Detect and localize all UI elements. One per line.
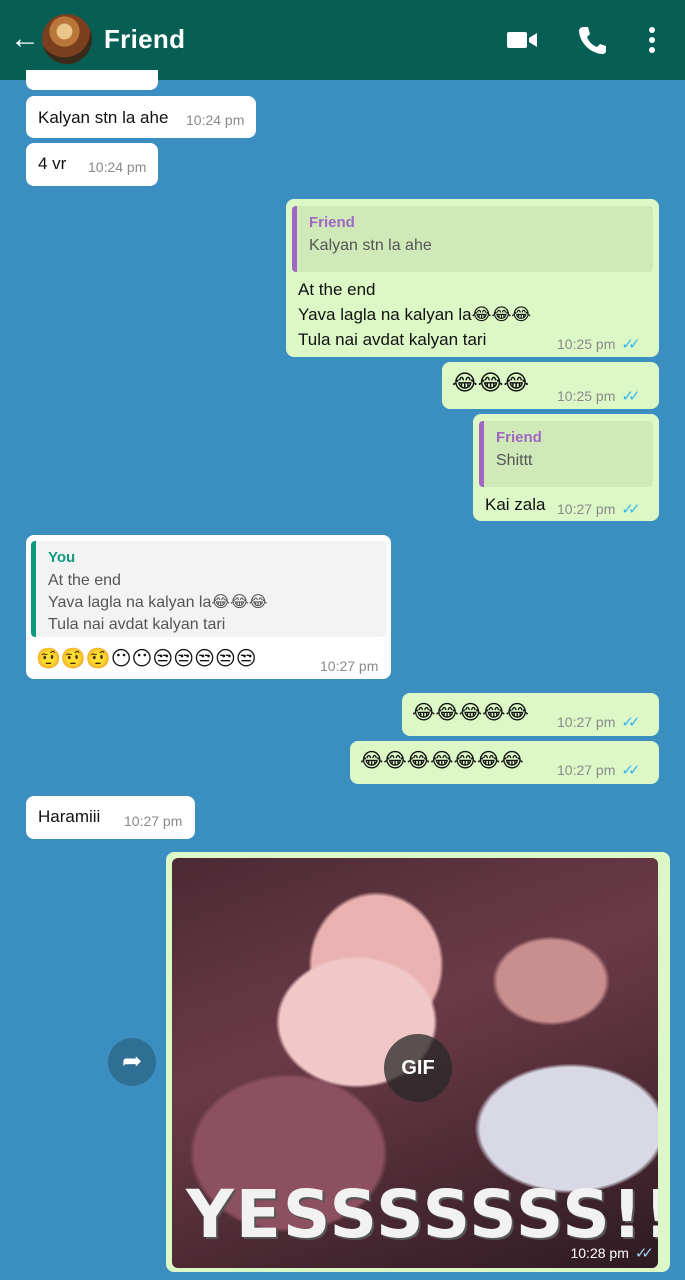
message-time: 10:27 pm (320, 658, 379, 674)
gif-image[interactable]: GIF YESSSSSSS!! 10:28 pm ✓✓ (172, 858, 658, 1268)
quote-author: Friend (496, 429, 542, 446)
quote-text: At the end Yava lagla na kalyan la😂😂😂 Tu… (48, 572, 268, 633)
chat-header: ← Friend (0, 0, 685, 80)
read-receipt-icon: ✓✓ (621, 336, 640, 353)
more-vertical-icon[interactable] (640, 24, 664, 56)
read-receipt-icon: ✓✓ (621, 714, 640, 731)
message-time: 10:27 pm (124, 813, 183, 829)
quote-author: You (48, 549, 76, 566)
quote-text: Shittt (496, 452, 533, 469)
phone-icon[interactable] (575, 24, 609, 56)
message-time: 10:28 pm ✓✓ (570, 1245, 654, 1262)
message-text: 😂😂😂😂😂😂😂 (360, 748, 524, 772)
share-forward-icon[interactable]: ➦ (108, 1038, 156, 1086)
message-bubble-incoming[interactable]: Haramiii 10:27 pm (26, 796, 195, 839)
message-bubble-outgoing[interactable]: 😂😂😂 10:25 pm ✓✓ (442, 362, 659, 409)
message-text: Kalyan stn la ahe (38, 108, 169, 127)
message-time: 10:27 pm ✓✓ (557, 501, 641, 518)
reply-quote[interactable]: Friend Shittt (479, 421, 653, 487)
gif-caption-text: YESSSSSSS!! (186, 1176, 658, 1253)
read-receipt-icon: ✓✓ (621, 388, 640, 405)
message-bubble-incoming[interactable]: Kalyan stn la ahe 10:24 pm (26, 96, 256, 138)
message-text: At the end Yava lagla na kalyan la😂😂😂 Tu… (298, 280, 532, 349)
message-bubble-partial (26, 70, 158, 90)
message-text: 🤨🤨🤨😶😶😒😒😒😒😒 (36, 646, 257, 670)
arrow-left-icon[interactable]: ← (10, 22, 40, 56)
message-text: Haramiii (38, 807, 101, 826)
message-time: 10:27 pm ✓✓ (557, 714, 641, 731)
quote-author: Friend (309, 214, 355, 231)
message-time: 10:24 pm (186, 112, 245, 128)
message-bubble-incoming[interactable]: You At the end Yava lagla na kalyan la😂😂… (26, 535, 391, 679)
message-text: 😂😂😂 (452, 371, 530, 396)
message-bubble-outgoing[interactable]: 😂😂😂😂😂 10:27 pm ✓✓ (402, 693, 659, 736)
message-text: Kai zala (485, 495, 546, 514)
gif-message-bubble[interactable]: GIF YESSSSSSS!! 10:28 pm ✓✓ (166, 852, 670, 1272)
message-bubble-incoming[interactable]: 4 vr 10:24 pm (26, 143, 158, 186)
message-bubble-outgoing[interactable]: 😂😂😂😂😂😂😂 10:27 pm ✓✓ (350, 741, 659, 784)
message-text: 😂😂😂😂😂 (412, 700, 529, 724)
message-bubble-outgoing[interactable]: Friend Kalyan stn la ahe At the end Yava… (286, 199, 659, 357)
message-text: 4 vr (38, 154, 67, 173)
gif-play-badge[interactable]: GIF (384, 1034, 452, 1102)
contact-avatar[interactable] (42, 14, 92, 64)
read-receipt-icon: ✓✓ (634, 1245, 654, 1262)
quote-text: Kalyan stn la ahe (309, 237, 432, 254)
message-bubble-outgoing[interactable]: Friend Shittt Kai zala 10:27 pm ✓✓ (473, 414, 659, 521)
read-receipt-icon: ✓✓ (621, 762, 640, 779)
message-time: 10:27 pm ✓✓ (557, 762, 641, 779)
message-time: 10:25 pm ✓✓ (557, 388, 641, 405)
read-receipt-icon: ✓✓ (621, 501, 640, 518)
reply-quote[interactable]: You At the end Yava lagla na kalyan la😂😂… (31, 541, 386, 637)
reply-quote[interactable]: Friend Kalyan stn la ahe (292, 206, 653, 272)
video-camera-icon[interactable] (505, 24, 539, 56)
message-time: 10:25 pm ✓✓ (557, 336, 641, 353)
message-time: 10:24 pm (88, 159, 147, 175)
contact-name[interactable]: Friend (104, 24, 185, 55)
